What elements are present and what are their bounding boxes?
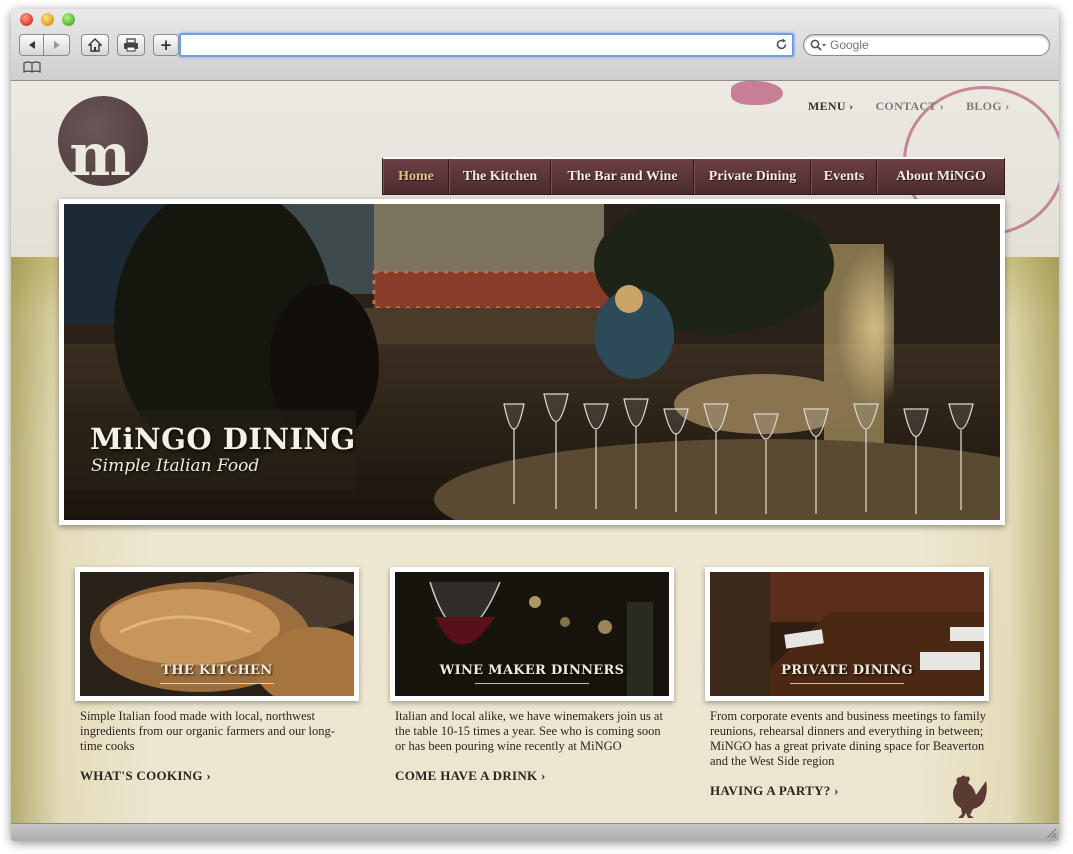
forward-arrow-icon (53, 41, 60, 49)
reload-icon[interactable] (775, 38, 788, 51)
feature-kitchen-underline (160, 683, 274, 684)
wine-stain-decoration (731, 81, 783, 105)
print-button[interactable] (117, 34, 145, 56)
hero-subtitle: Simple Italian Food (91, 456, 260, 476)
browser-status-bar (11, 823, 1059, 841)
util-link-contact[interactable]: CONTACT › (875, 99, 944, 114)
come-have-a-drink-link[interactable]: COME HAVE A DRINK › (390, 768, 674, 784)
feature-kitchen: THE KITCHEN Simple Italian food made wit… (75, 567, 359, 784)
browser-toolbar: + (11, 9, 1059, 81)
hero-banner[interactable]: MiNGO DINING Simple Italian Food (59, 199, 1005, 525)
search-icon (810, 39, 826, 51)
close-window-button[interactable] (20, 13, 33, 26)
printer-icon (124, 38, 138, 52)
feature-private-dining-label: PRIVATE DINING (781, 663, 913, 678)
bookmarks-book-icon[interactable] (23, 61, 41, 73)
feature-private-dining: PRIVATE DINING From corporate events and… (705, 567, 989, 799)
utility-nav: MENU › CONTACT › BLOG › (808, 99, 1010, 114)
whats-cooking-link[interactable]: WHAT'S COOKING › (75, 768, 359, 784)
nav-the-kitchen[interactable]: The Kitchen (449, 159, 551, 194)
back-arrow-icon (28, 41, 35, 49)
address-bar[interactable] (179, 33, 794, 57)
nav-home[interactable]: Home (383, 159, 449, 194)
hero-title: MiNGO DINING (90, 422, 356, 456)
home-button[interactable] (81, 34, 109, 56)
nav-the-bar-and-wine[interactable]: The Bar and Wine (551, 159, 694, 194)
search-box[interactable] (803, 34, 1050, 56)
zoom-window-button[interactable] (62, 13, 75, 26)
forward-button[interactable] (44, 34, 70, 56)
main-nav: Home The Kitchen The Bar and Wine Privat… (382, 157, 1005, 195)
feature-private-dining-description: From corporate events and business meeti… (710, 709, 986, 768)
search-input[interactable] (830, 38, 1040, 52)
util-link-blog[interactable]: BLOG › (966, 99, 1009, 114)
back-button[interactable] (19, 34, 44, 56)
feature-kitchen-image[interactable]: THE KITCHEN (75, 567, 359, 701)
browser-window: + m MENU › CONTACT › BLOG › Home The Kit… (11, 9, 1059, 841)
plus-icon: + (159, 36, 173, 54)
nav-about-mingo[interactable]: About MiNGO (877, 159, 1004, 194)
feature-wine-image[interactable]: WINE MAKER DINNERS (390, 567, 674, 701)
feature-private-dining-underline (790, 683, 904, 684)
feature-kitchen-description: Simple Italian food made with local, nor… (80, 709, 335, 753)
url-input[interactable] (185, 37, 765, 55)
nav-private-dining[interactable]: Private Dining (694, 159, 811, 194)
feature-wine-underline (475, 683, 589, 684)
site-logo[interactable]: m (58, 96, 148, 186)
minimize-window-button[interactable] (41, 13, 54, 26)
web-page: m MENU › CONTACT › BLOG › Home The Kitch… (11, 81, 1059, 823)
home-icon (88, 38, 102, 52)
feature-wine-description: Italian and local alike, we have winemak… (395, 709, 663, 753)
feature-kitchen-label: THE KITCHEN (161, 663, 273, 678)
add-bookmark-button[interactable]: + (153, 34, 179, 56)
resize-grip-icon[interactable] (1045, 827, 1057, 839)
nav-events[interactable]: Events (811, 159, 877, 194)
feature-wine: WINE MAKER DINNERS Italian and local ali… (390, 567, 674, 784)
logo-letter: m (69, 121, 131, 186)
feature-private-dining-image[interactable]: PRIVATE DINING (705, 567, 989, 701)
rooster-icon (953, 775, 987, 818)
feature-wine-label: WINE MAKER DINNERS (439, 663, 625, 678)
util-link-menu[interactable]: MENU › (808, 99, 853, 114)
